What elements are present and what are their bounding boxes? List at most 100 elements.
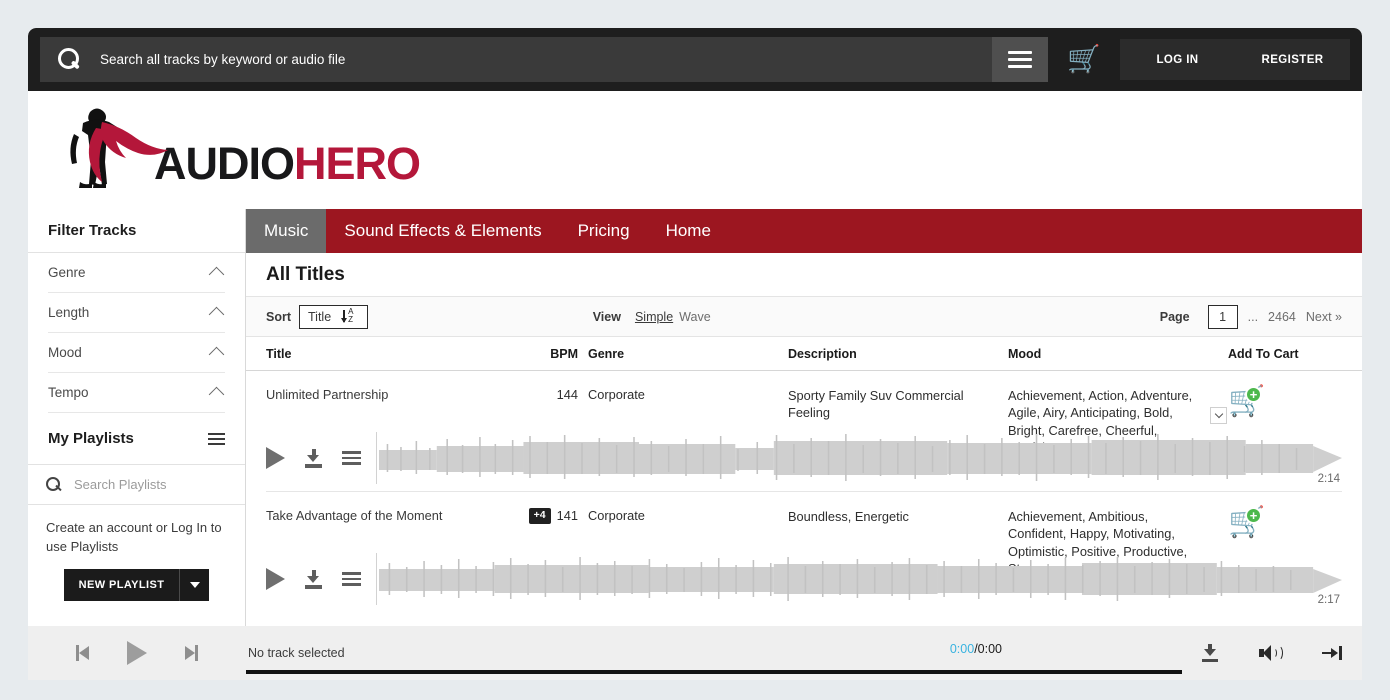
filter-list: Genre Length Mood Tempo [28,253,245,413]
hamburger-icon-line [1008,51,1032,54]
view-switcher: View Simple Wave [593,310,711,324]
download-icon[interactable] [305,569,322,589]
sidebar-filter-length[interactable]: Length [48,293,225,333]
track-menu-icon[interactable] [342,451,361,465]
main-nav: Music Sound Effects & Elements Pricing H… [246,209,1362,253]
column-header-bpm[interactable]: BPM [528,347,578,361]
page-input[interactable]: 1 [1207,304,1238,329]
playlist-menu-icon[interactable] [208,432,225,445]
player-total-time: /0:00 [974,642,1002,656]
player-progress-bar[interactable] [246,670,1182,674]
player-bar: No track selected 0:00/0:00 [28,626,1362,680]
waveform[interactable]: 2:14 [376,432,1342,485]
column-header-mood[interactable]: Mood [1008,347,1228,361]
download-icon[interactable] [1202,644,1219,662]
logo-word-hero: HERO [294,138,421,189]
column-header-genre[interactable]: Genre [578,347,788,361]
add-to-cart-button[interactable]: 🛒 + [1228,386,1268,421]
waveform[interactable]: 2:17 [376,553,1342,606]
nav-item-pricing[interactable]: Pricing [560,209,648,253]
my-playlists-header: My Playlists [28,413,245,465]
caret-down-icon [189,581,200,588]
column-header-description[interactable]: Description [788,347,1008,361]
track-description: Sporty Family Suv Commercial Feeling [788,388,964,421]
track-duration: 2:17 [1317,594,1340,606]
view-wave-link[interactable]: Wave [679,310,711,324]
view-simple-link[interactable]: Simple [635,310,673,324]
sidebar-filter-genre[interactable]: Genre [48,253,225,293]
login-button[interactable]: LOG IN [1120,39,1235,80]
chevron-down-icon [1214,409,1223,419]
superhero-silhouette-icon [50,104,178,196]
pagination: Page 1 ... 2464 Next » [1159,304,1342,329]
filter-label: Mood [48,345,82,360]
sidebar-filter-tempo[interactable]: Tempo [48,373,225,413]
track-genre: Corporate [588,387,645,402]
search-icon [46,476,62,493]
track-bpm: 144 [556,387,578,402]
register-button[interactable]: REGISTER [1235,39,1350,80]
playlist-search-row[interactable] [28,465,250,505]
play-icon[interactable] [266,447,285,469]
table-row[interactable]: Take Advantage of the Moment +4 141 Corp… [246,492,1362,576]
sort-value: Title [308,309,332,324]
track-menu-icon[interactable] [342,572,361,586]
playlist-note: Create an account or Log In to use Playl… [46,520,222,554]
chevron-up-icon [208,346,225,363]
mood-expand-button[interactable] [1210,407,1227,424]
search-box[interactable] [40,37,992,82]
waveform-row: 2:14 [246,425,1362,491]
menu-button[interactable] [992,37,1048,82]
app-window: 🛒 LOG IN REGISTER AUDIOHERO [28,28,1362,680]
filter-tracks-title: Filter Tracks [28,209,245,253]
column-header-title[interactable]: Title [246,347,528,361]
site-logo[interactable]: AUDIOHERO [50,104,421,196]
track-title[interactable]: Take Advantage of the Moment [246,508,528,523]
chevron-up-icon [208,266,225,283]
volume-icon[interactable] [1258,645,1283,661]
nav-item-sound-effects[interactable]: Sound Effects & Elements [326,209,559,253]
page-title: All Titles [246,253,1362,297]
nav-item-home[interactable]: Home [648,209,729,253]
page-last[interactable]: 2464 [1268,310,1296,324]
filter-label: Genre [48,265,86,280]
play-icon[interactable] [127,641,147,665]
new-playlist-dropdown-button[interactable] [179,568,210,601]
top-bar: 🛒 LOG IN REGISTER [28,28,1362,91]
playlist-search-input[interactable] [74,477,250,492]
cart-button[interactable]: 🛒 [1048,28,1120,91]
jump-to-end-icon[interactable] [1321,646,1342,660]
track-version-badge[interactable]: +4 [528,508,551,524]
column-header-add-to-cart: Add To Cart [1228,346,1299,361]
skip-next-icon[interactable] [185,645,198,661]
player-actions [1182,644,1362,662]
table-row[interactable]: Unlimited Partnership 144 Corporate Spor… [246,371,1362,455]
new-playlist-button[interactable]: NEW PLAYLIST [63,568,180,601]
cart-icon: 🛒 [1067,44,1101,74]
filter-label: Tempo [48,385,89,400]
download-icon[interactable] [305,448,322,468]
page-label: Page [1159,309,1190,324]
chevron-up-icon [208,386,225,403]
track-duration: 2:14 [1317,473,1340,485]
next-page-link[interactable]: Next » [1306,310,1342,324]
sidebar: Filter Tracks Genre Length Mood Tempo My… [28,209,250,680]
search-input[interactable] [82,52,992,67]
sidebar-filter-mood[interactable]: Mood [48,333,225,373]
play-icon[interactable] [266,568,285,590]
track-bpm-cell: +4 141 [528,508,578,524]
logo-band: AUDIOHERO [28,91,1362,209]
player-transport [28,641,246,665]
track-description: Boundless, Energetic [788,509,909,524]
search-icon [56,47,82,73]
nav-item-music[interactable]: Music [246,209,327,253]
new-playlist-row: NEW PLAYLIST [28,557,245,601]
add-to-cart-button[interactable]: 🛒 + [1228,507,1268,542]
player-current-time: 0:00 [949,642,975,656]
player-track-label: No track selected [248,646,345,660]
skip-previous-icon[interactable] [76,645,89,661]
plus-icon: + [1245,507,1262,524]
sort-select[interactable]: Title AZ [299,304,369,329]
track-genre: Corporate [588,508,645,523]
track-title[interactable]: Unlimited Partnership [246,387,528,402]
